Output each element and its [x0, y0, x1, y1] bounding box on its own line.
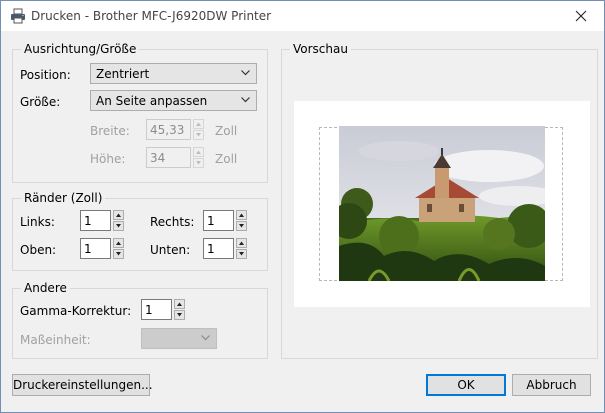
- title-bar: Drucken - Brother MFC-J6920DW Printer: [1, 1, 604, 31]
- height-field[interactable]: 34: [146, 147, 191, 168]
- position-label: Position:: [20, 68, 71, 82]
- group-label: Andere: [21, 280, 70, 296]
- margins-group: Ränder (Zoll): [12, 190, 268, 271]
- size-value: An Seite anpassen: [96, 94, 208, 108]
- margin-bottom-field[interactable]: 1: [203, 238, 234, 259]
- other-group: Andere: [12, 280, 268, 359]
- margin-top-spinner[interactable]: [113, 238, 124, 259]
- position-value: Zentriert: [96, 67, 150, 81]
- gamma-label: Gamma-Korrektur:: [20, 304, 132, 318]
- margin-right-field[interactable]: 1: [203, 210, 234, 231]
- chevron-down-icon: [241, 70, 250, 76]
- spin-up-icon[interactable]: [193, 119, 204, 129]
- chevron-down-icon: [241, 97, 250, 103]
- chevron-down-icon: [201, 335, 210, 341]
- unit-select[interactable]: [141, 328, 217, 349]
- margin-left-label: Links:: [20, 215, 55, 229]
- width-field[interactable]: 45,33: [146, 119, 191, 140]
- margin-right-spinner[interactable]: [236, 210, 247, 231]
- margin-bottom-value: 1: [207, 242, 215, 256]
- margin-right-value: 1: [207, 214, 215, 228]
- spin-up-icon[interactable]: [193, 147, 204, 157]
- printer-settings-button[interactable]: Druckereinstellungen...: [12, 374, 153, 396]
- window-title: Drucken - Brother MFC-J6920DW Printer: [31, 9, 272, 23]
- gamma-field[interactable]: 1: [141, 299, 172, 320]
- height-label: Höhe:: [90, 152, 126, 166]
- spin-down-icon[interactable]: [236, 249, 247, 259]
- width-value: 45,33: [150, 123, 185, 137]
- spin-up-icon[interactable]: [113, 238, 124, 248]
- height-unit: Zoll: [215, 152, 238, 166]
- size-label: Größe:: [20, 95, 61, 109]
- height-value: 34: [150, 151, 166, 165]
- margin-bottom-spinner[interactable]: [236, 238, 247, 259]
- group-label: Ausrichtung/Größe: [21, 41, 140, 57]
- spin-up-icon[interactable]: [236, 238, 247, 248]
- spin-down-icon[interactable]: [193, 130, 204, 140]
- width-unit: Zoll: [215, 124, 238, 138]
- spin-up-icon[interactable]: [113, 210, 124, 220]
- unit-label: Maßeinheit:: [20, 333, 91, 347]
- margin-bottom-label: Unten:: [150, 243, 191, 257]
- margin-top-field[interactable]: 1: [80, 238, 111, 259]
- spin-up-icon[interactable]: [174, 299, 185, 309]
- height-spinner[interactable]: [193, 147, 204, 168]
- width-spinner[interactable]: [193, 119, 204, 140]
- ok-button[interactable]: OK: [426, 374, 506, 396]
- group-label: Ränder (Zoll): [21, 190, 106, 206]
- size-select[interactable]: An Seite anpassen: [90, 90, 257, 111]
- spin-down-icon[interactable]: [236, 221, 247, 231]
- margin-top-label: Oben:: [20, 243, 57, 257]
- close-icon[interactable]: [558, 1, 604, 31]
- spin-down-icon[interactable]: [193, 158, 204, 168]
- group-label: Vorschau: [290, 41, 351, 57]
- width-label: Breite:: [90, 124, 130, 138]
- position-select[interactable]: Zentriert: [90, 63, 257, 84]
- spin-down-icon[interactable]: [113, 249, 124, 259]
- margin-top-value: 1: [84, 242, 92, 256]
- margin-left-field[interactable]: 1: [80, 210, 111, 231]
- cancel-button[interactable]: Abbruch: [512, 374, 591, 396]
- spin-up-icon[interactable]: [236, 210, 247, 220]
- printer-icon: [10, 8, 26, 24]
- margin-left-spinner[interactable]: [113, 210, 124, 231]
- margin-right-label: Rechts:: [150, 215, 195, 229]
- margin-left-value: 1: [84, 214, 92, 228]
- gamma-spinner[interactable]: [174, 299, 185, 320]
- gamma-value: 1: [145, 303, 153, 317]
- spin-down-icon[interactable]: [174, 310, 185, 320]
- print-dialog: Drucken - Brother MFC-J6920DW Printer Au…: [0, 0, 605, 413]
- spin-down-icon[interactable]: [113, 221, 124, 231]
- preview-image: [339, 126, 545, 281]
